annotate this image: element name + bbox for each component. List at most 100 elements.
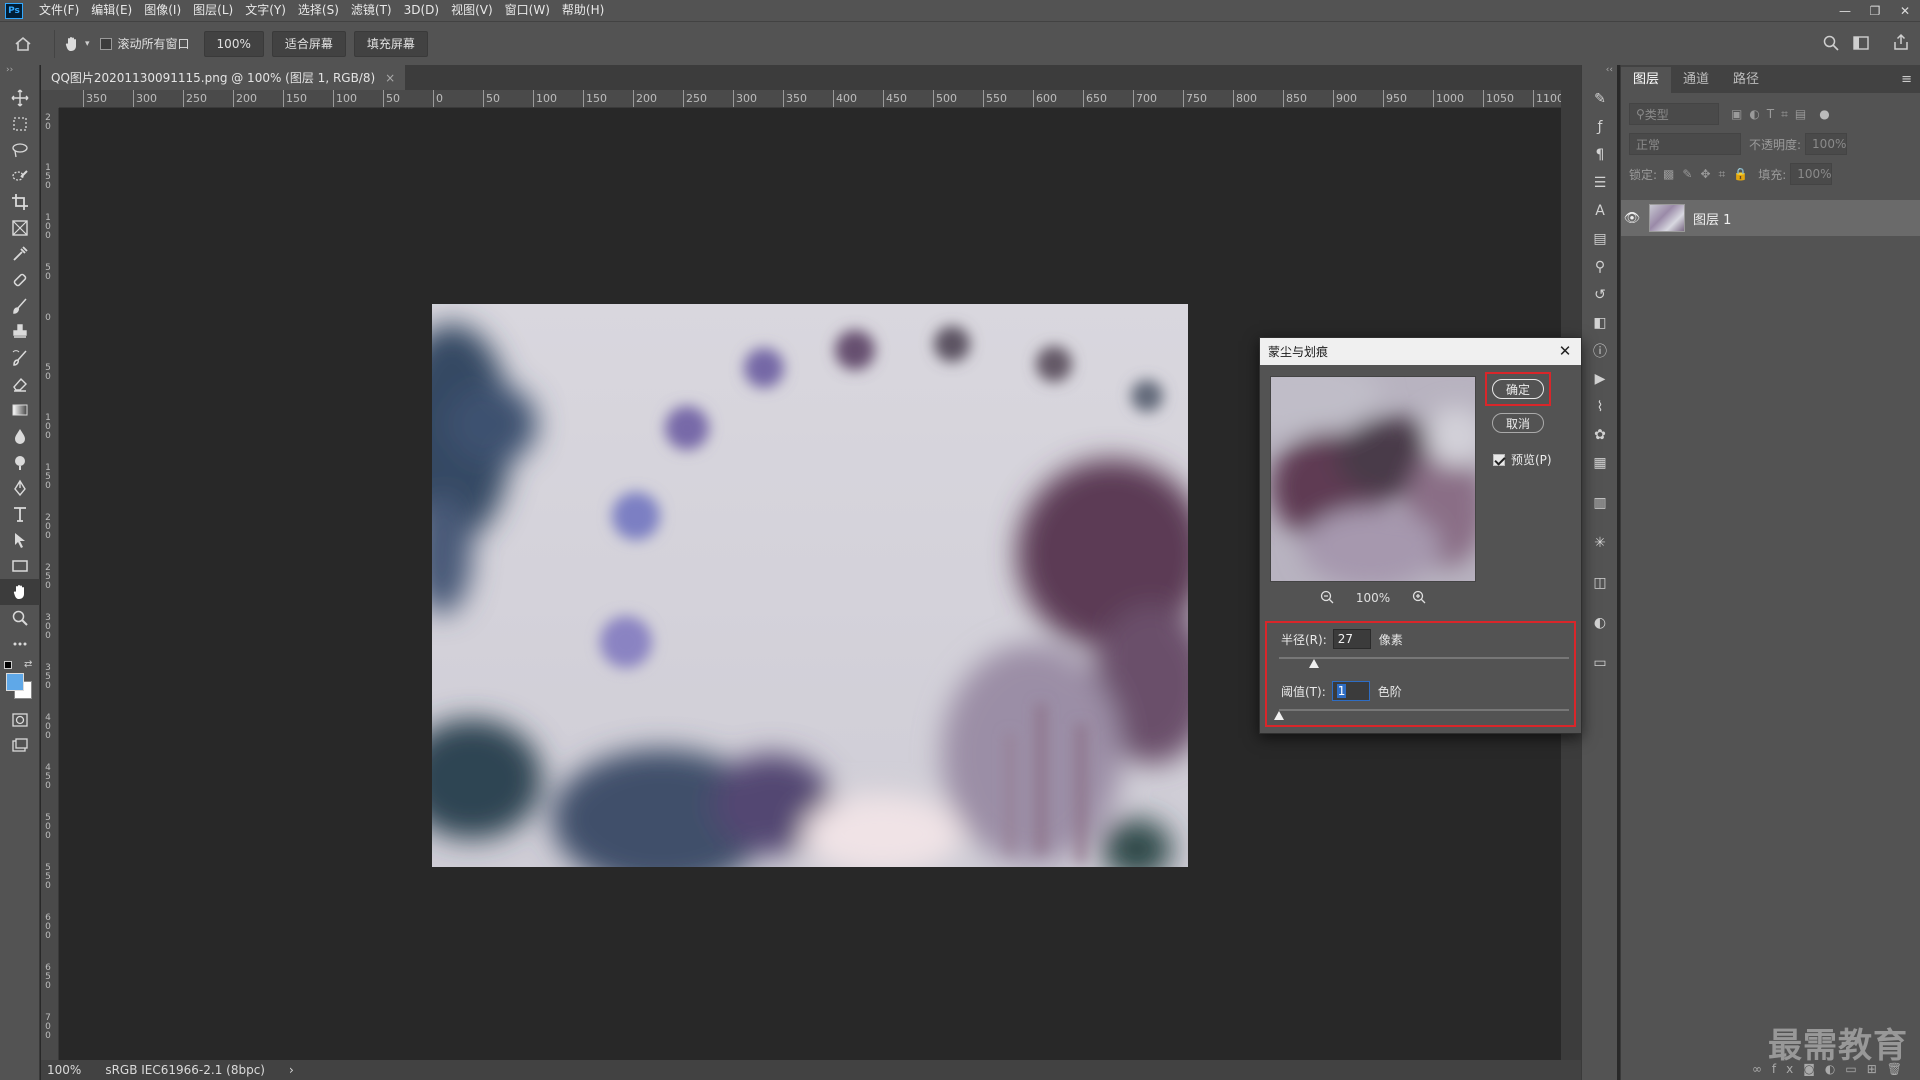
layer-style-icon[interactable]: ƒ bbox=[1582, 113, 1618, 141]
tab-paths[interactable]: 路径 bbox=[1721, 67, 1771, 93]
zoom-tool-icon[interactable] bbox=[0, 605, 40, 631]
visibility-eye-icon[interactable]: 👁 bbox=[1621, 211, 1643, 226]
quick-mask-icon[interactable] bbox=[0, 707, 40, 733]
menu-filter[interactable]: 滤镜(T) bbox=[345, 0, 398, 21]
restore-button[interactable]: ❐ bbox=[1860, 0, 1890, 21]
horizontal-ruler[interactable]: 350 300 250 200 150 100 50 0 50 100 150 200 250 300 35… bbox=[59, 90, 1581, 108]
cancel-button[interactable]: 取消 bbox=[1492, 413, 1544, 433]
status-zoom[interactable]: 100% bbox=[47, 1063, 81, 1077]
menu-3d[interactable]: 3D(D) bbox=[398, 0, 445, 21]
collapse-arrows-icon[interactable]: ›› bbox=[0, 65, 39, 85]
home-icon[interactable] bbox=[0, 35, 46, 53]
actions-play-icon[interactable]: ▶ bbox=[1582, 365, 1618, 393]
swap-colors-icon[interactable]: ⇄ bbox=[24, 659, 32, 670]
history-icon[interactable]: ↺ bbox=[1582, 281, 1618, 309]
close-tab-icon[interactable]: × bbox=[385, 71, 395, 85]
radius-slider-track[interactable] bbox=[1279, 657, 1569, 659]
eyedropper-tool-icon[interactable] bbox=[0, 241, 40, 267]
paths-icon[interactable]: ⌇ bbox=[1582, 393, 1618, 421]
close-window-button[interactable]: ✕ bbox=[1890, 0, 1920, 21]
clone-source-icon[interactable]: ⚲ bbox=[1582, 253, 1618, 281]
brush-settings-icon[interactable]: ✎ bbox=[1582, 85, 1618, 113]
healing-brush-tool-icon[interactable] bbox=[0, 267, 40, 293]
collapse-dock-icon[interactable]: ‹‹ bbox=[1582, 65, 1617, 85]
fill-input[interactable]: 100% bbox=[1790, 163, 1833, 185]
scroll-all-windows-checkbox[interactable]: 滚动所有窗口 bbox=[99, 35, 190, 52]
filter-preview[interactable] bbox=[1270, 376, 1476, 582]
hand-tool-preset-icon[interactable]: ▾ bbox=[63, 35, 90, 53]
dodge-tool-icon[interactable] bbox=[0, 449, 40, 475]
3d-panel-icon[interactable]: ✳ bbox=[1582, 529, 1618, 557]
document-tab[interactable]: QQ图片20201130091115.png @ 100% (图层 1, RGB… bbox=[41, 65, 406, 90]
radius-slider-thumb[interactable] bbox=[1308, 659, 1319, 668]
threshold-slider-track[interactable] bbox=[1279, 709, 1569, 711]
fill-screen-button[interactable]: 填充屏幕 bbox=[353, 30, 428, 57]
info-icon[interactable]: ⓘ bbox=[1582, 337, 1618, 365]
menu-select[interactable]: 选择(S) bbox=[292, 0, 345, 21]
opacity-input[interactable]: 100% bbox=[1805, 133, 1848, 155]
lock-icons[interactable]: ▩✎✥⌗🔒 bbox=[1663, 167, 1756, 182]
filter-toggle-icon[interactable]: ● bbox=[1819, 107, 1829, 121]
tab-layers[interactable]: 图层 bbox=[1621, 67, 1672, 93]
menu-edit[interactable]: 编辑(E) bbox=[85, 0, 138, 21]
fit-screen-button[interactable]: 适合屏幕 bbox=[271, 30, 346, 57]
tab-channels[interactable]: 通道 bbox=[1671, 67, 1721, 93]
character-icon[interactable]: A bbox=[1582, 197, 1618, 225]
screen-mode-icon[interactable] bbox=[0, 733, 40, 759]
notes-icon[interactable]: ▥ bbox=[1582, 489, 1618, 517]
radius-input[interactable]: 27 bbox=[1332, 629, 1371, 649]
grid-table-icon[interactable]: ▦ bbox=[1582, 449, 1618, 477]
workspace-icon[interactable] bbox=[1852, 34, 1870, 55]
menu-window[interactable]: 窗口(W) bbox=[499, 0, 556, 21]
document-image[interactable] bbox=[432, 304, 1188, 867]
zoom-percent-button[interactable]: 100% bbox=[203, 30, 264, 57]
preview-checkbox[interactable]: 预览(P) bbox=[1493, 451, 1552, 468]
brush-tool-icon[interactable] bbox=[0, 293, 40, 319]
minimize-button[interactable]: — bbox=[1830, 0, 1860, 21]
vertical-ruler[interactable]: 2015010050050100150200250300350400450500… bbox=[41, 108, 59, 1060]
libraries-icon[interactable]: ◫ bbox=[1582, 569, 1618, 597]
menu-file[interactable]: 文件(F) bbox=[33, 0, 85, 21]
threshold-slider-thumb[interactable] bbox=[1274, 711, 1284, 720]
panel-menu-icon[interactable]: ≡ bbox=[1901, 67, 1920, 93]
menu-layer[interactable]: 图层(L) bbox=[187, 0, 239, 21]
clone-stamp-tool-icon[interactable] bbox=[0, 319, 40, 345]
layer-name[interactable]: 图层 1 bbox=[1693, 209, 1731, 228]
eraser-tool-icon[interactable] bbox=[0, 371, 40, 397]
zoom-out-icon[interactable] bbox=[1320, 590, 1334, 607]
menu-type[interactable]: 文字(Y) bbox=[239, 0, 292, 21]
blur-tool-icon[interactable] bbox=[0, 423, 40, 449]
blend-mode-select[interactable]: 正常 bbox=[1629, 133, 1741, 155]
history-brush-tool-icon[interactable] bbox=[0, 345, 40, 371]
properties-icon[interactable]: ▤ bbox=[1582, 225, 1618, 253]
foreground-color-swatch[interactable] bbox=[6, 673, 24, 691]
menu-image[interactable]: 图像(I) bbox=[138, 0, 187, 21]
status-arrow-icon[interactable]: › bbox=[289, 1063, 294, 1077]
quick-selection-tool-icon[interactable] bbox=[0, 163, 40, 189]
move-tool-icon[interactable] bbox=[0, 85, 40, 111]
layer-filter-type-icons[interactable]: ▣◐T⌗▤ bbox=[1731, 107, 1813, 122]
gradient-tool-icon[interactable] bbox=[0, 397, 40, 423]
rectangle-tool-icon[interactable] bbox=[0, 553, 40, 579]
threshold-input[interactable]: 1 bbox=[1331, 681, 1370, 701]
type-tool-icon[interactable] bbox=[0, 501, 40, 527]
crop-tool-icon[interactable] bbox=[0, 189, 40, 215]
pen-tool-icon[interactable] bbox=[0, 475, 40, 501]
menu-help[interactable]: 帮助(H) bbox=[556, 0, 610, 21]
marquee-tool-icon[interactable] bbox=[0, 111, 40, 137]
adjustments-icon[interactable]: ☰ bbox=[1582, 169, 1618, 197]
hand-tool-icon[interactable] bbox=[0, 579, 40, 605]
gradients-icon[interactable]: ▭ bbox=[1582, 649, 1618, 677]
frame-tool-icon[interactable] bbox=[0, 215, 40, 241]
color-icon[interactable]: ◐ bbox=[1582, 609, 1618, 637]
lasso-tool-icon[interactable] bbox=[0, 137, 40, 163]
path-selection-tool-icon[interactable] bbox=[0, 527, 40, 553]
layer-row[interactable]: 👁 图层 1 bbox=[1621, 200, 1920, 236]
swatches-icon[interactable]: ✿ bbox=[1582, 421, 1618, 449]
search-icon[interactable] bbox=[1822, 34, 1840, 55]
channel-icon[interactable]: ◧ bbox=[1582, 309, 1618, 337]
paragraph-icon[interactable]: ¶ bbox=[1582, 141, 1618, 169]
share-icon[interactable] bbox=[1892, 33, 1910, 54]
ruler-origin[interactable] bbox=[41, 90, 59, 108]
close-icon[interactable]: ✕ bbox=[1555, 341, 1575, 361]
